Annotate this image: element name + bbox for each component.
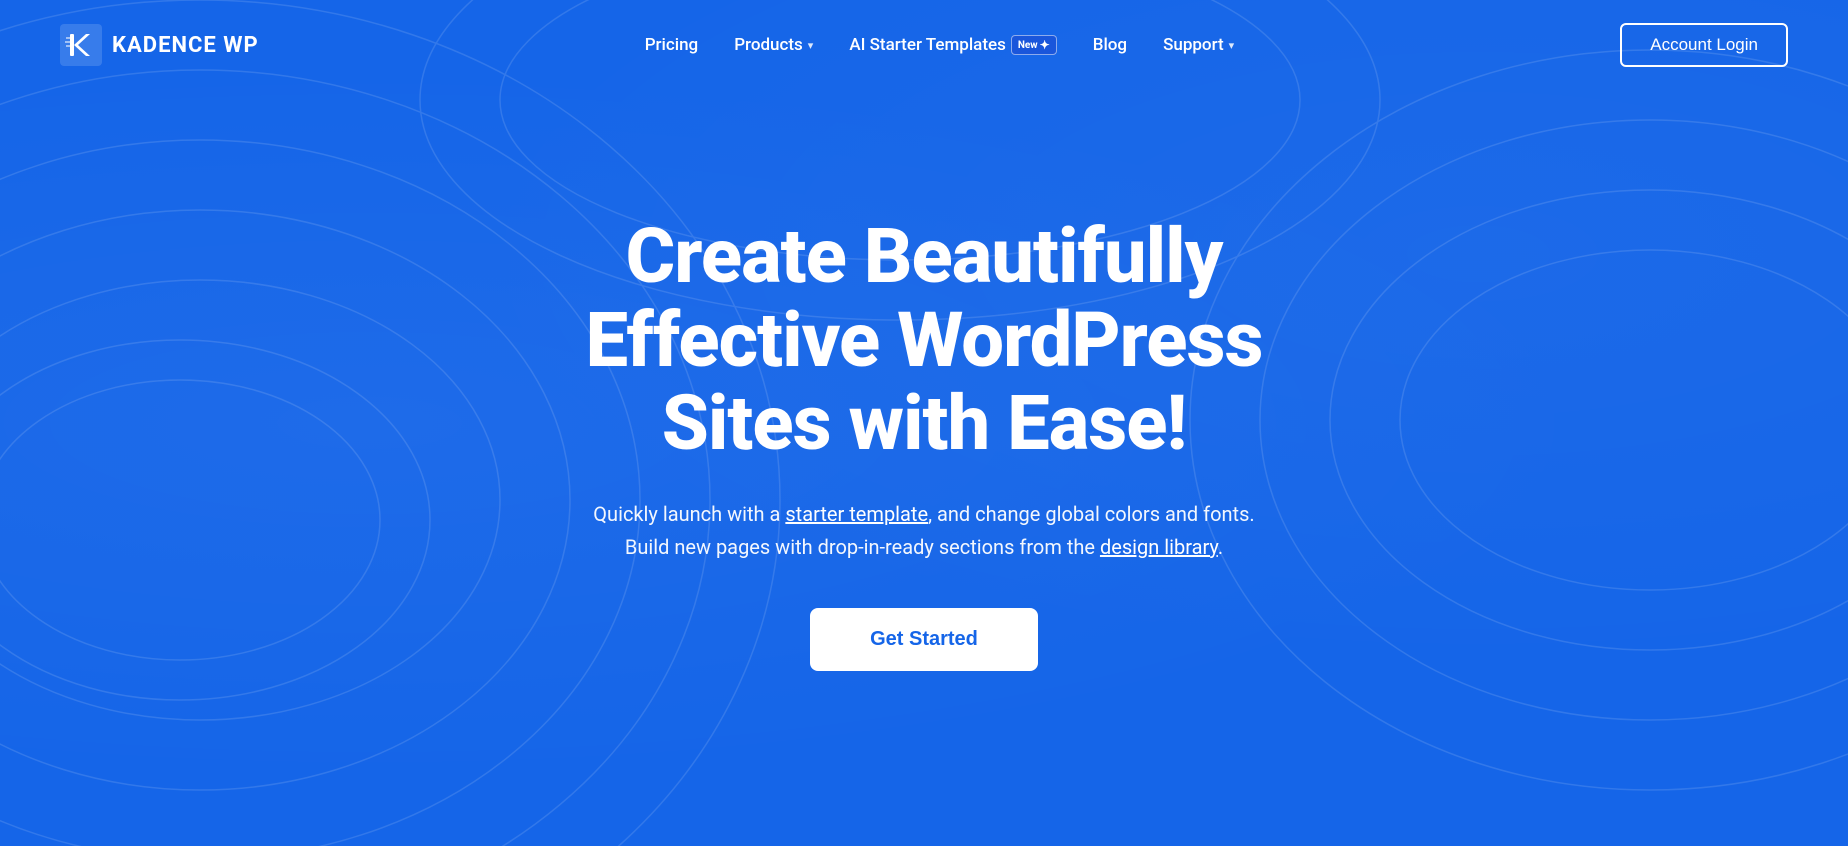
hero-title: Create Beautifully Effective WordPress S… — [514, 215, 1334, 466]
logo-text: KADENCE WP — [112, 33, 259, 58]
new-badge: New ✦ — [1011, 35, 1057, 55]
hero-section: KADENCE WP Pricing Products ▾ AI Starter… — [0, 0, 1848, 846]
nav-blog[interactable]: Blog — [1093, 35, 1127, 55]
subtitle-text-before-link1: Quickly launch with a — [593, 502, 785, 526]
kadence-logo-icon — [60, 24, 102, 66]
support-chevron-icon: ▾ — [1229, 39, 1235, 52]
starter-template-link[interactable]: starter template — [785, 502, 928, 526]
nav-products[interactable]: Products ▾ — [734, 35, 813, 55]
get-started-button[interactable]: Get Started — [810, 608, 1038, 671]
subtitle-text-after-link1: , and change global colors and fonts. — [928, 502, 1255, 526]
main-nav: Pricing Products ▾ AI Starter Templates … — [645, 35, 1235, 55]
products-chevron-icon: ▾ — [808, 39, 814, 52]
badge-plus-icon: ✦ — [1040, 38, 1050, 52]
hero-content: Create Beautifully Effective WordPress S… — [474, 215, 1374, 671]
design-library-link[interactable]: design library — [1100, 535, 1218, 559]
logo[interactable]: KADENCE WP — [60, 24, 259, 66]
nav-pricing[interactable]: Pricing — [645, 35, 699, 55]
nav-support[interactable]: Support ▾ — [1163, 35, 1234, 55]
subtitle-text-before-link2: Build new pages with drop-in-ready secti… — [625, 535, 1100, 559]
hero-subtitle: Quickly launch with a starter template, … — [514, 498, 1334, 564]
subtitle-text-after-link2: . — [1218, 535, 1223, 559]
nav-ai-templates[interactable]: AI Starter Templates New ✦ — [849, 35, 1056, 55]
header: KADENCE WP Pricing Products ▾ AI Starter… — [0, 0, 1848, 90]
account-login-button[interactable]: Account Login — [1620, 23, 1788, 67]
